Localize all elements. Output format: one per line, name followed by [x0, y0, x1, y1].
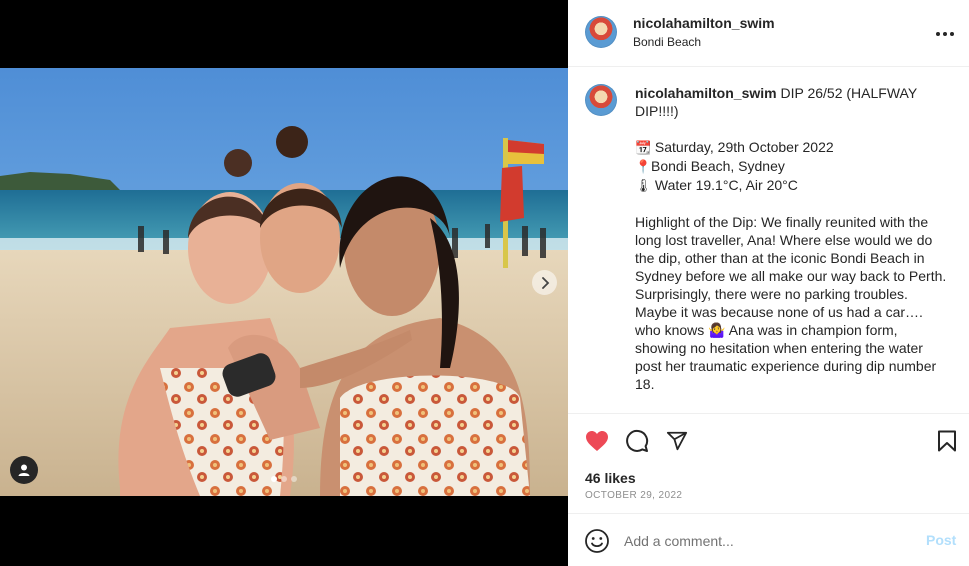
avatar[interactable] [585, 84, 617, 116]
comment-button[interactable] [624, 428, 650, 454]
heart-icon [586, 431, 608, 451]
caption-username[interactable]: nicolahamilton_swim [635, 85, 777, 101]
more-options-button[interactable] [935, 24, 955, 44]
post-actions: 46 likes OCTOBER 29, 2022 [568, 414, 969, 514]
save-button[interactable] [934, 428, 960, 454]
avatar[interactable] [585, 16, 617, 48]
author-username[interactable]: nicolahamilton_swim [633, 15, 775, 31]
beach-selfie-image [0, 68, 568, 496]
caption-body: Highlight of the Dip: We finally reunite… [635, 214, 951, 392]
like-button[interactable] [584, 428, 610, 454]
carousel-dot [291, 476, 297, 482]
user-icon [18, 464, 30, 476]
comment-input[interactable] [624, 528, 914, 554]
post-caption: nicolahamilton_swim DIP 26/52 (HALFWAY D… [635, 84, 948, 393]
pin-icon: 📍 [635, 159, 652, 174]
smiley-icon [585, 529, 609, 553]
caption-temperature-line: 🌡 Water 19.1°C, Air 20°C [635, 177, 798, 193]
comment-icon [626, 429, 649, 452]
caption-date-line: 📆 Saturday, 29th October 2022 [635, 139, 834, 155]
send-icon [666, 431, 688, 451]
post-header: nicolahamilton_swim Bondi Beach [568, 0, 969, 67]
carousel-dot [271, 476, 277, 482]
more-icon [936, 32, 940, 36]
likes-count[interactable]: 46 likes [585, 470, 636, 486]
carousel-indicator [0, 476, 568, 482]
chevron-right-icon [541, 276, 549, 289]
carousel-next-button[interactable] [532, 270, 557, 295]
bookmark-icon [938, 430, 956, 452]
tagged-users-button[interactable] [10, 456, 38, 484]
share-button[interactable] [664, 428, 690, 454]
post-comment-button[interactable]: Post [926, 532, 956, 548]
thermometer-icon: 🌡 [635, 178, 652, 193]
post-photo[interactable] [0, 68, 568, 496]
carousel-dot [281, 476, 287, 482]
emoji-button[interactable] [584, 528, 610, 554]
post-media [0, 0, 568, 566]
post-detail-panel: nicolahamilton_swim Bondi Beach nicolaha… [568, 0, 969, 566]
caption-location-line: 📍Bondi Beach, Sydney [635, 158, 785, 174]
post-location[interactable]: Bondi Beach [633, 35, 701, 49]
post-date[interactable]: OCTOBER 29, 2022 [585, 490, 682, 501]
calendar-icon: 📆 [635, 140, 652, 155]
comment-bar: Post [568, 514, 969, 566]
caption-section: nicolahamilton_swim DIP 26/52 (HALFWAY D… [568, 67, 969, 414]
shrug-emoji: 🤷‍♀️ [708, 322, 726, 338]
